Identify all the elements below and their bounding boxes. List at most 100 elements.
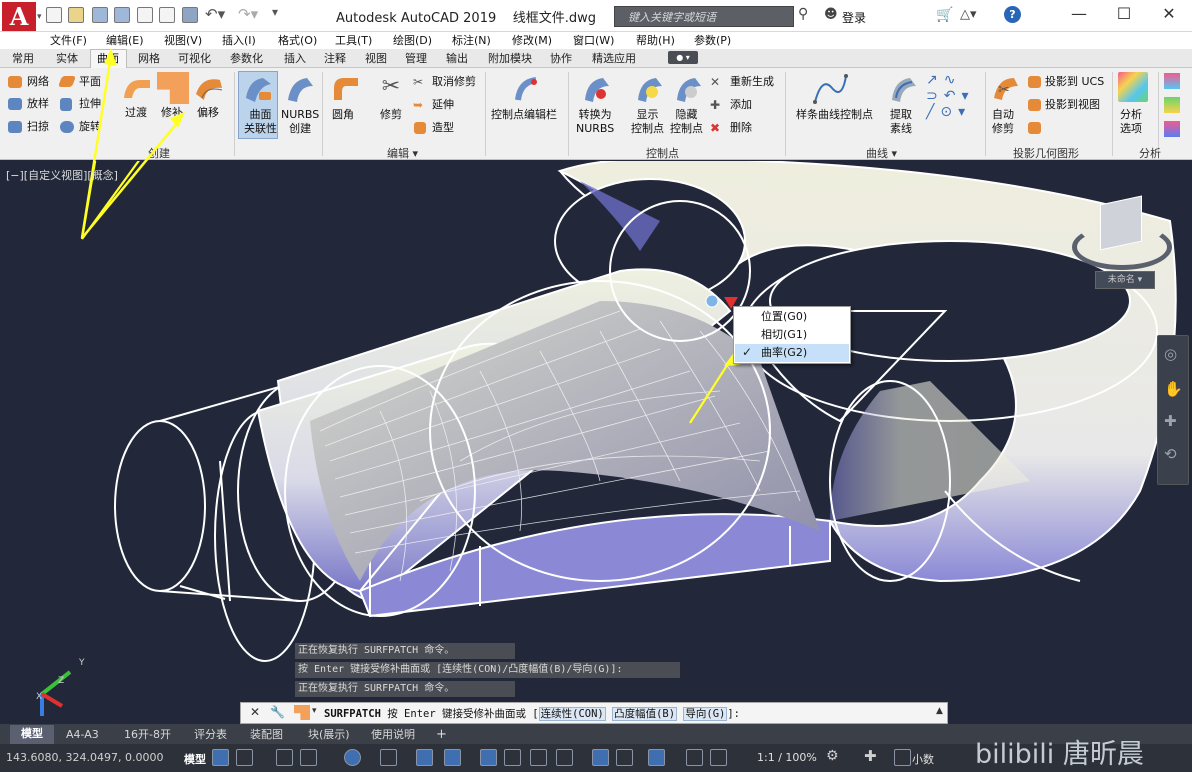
project-to-ucs-button[interactable]: 投影到 UCS (1045, 75, 1104, 89)
settings-gear-icon[interactable]: ⚙ (826, 748, 839, 764)
remove-cv-button[interactable]: 删除 (730, 121, 752, 135)
layout-tab-block-display[interactable]: 块(展示) (308, 726, 350, 743)
object-snap-tracking-icon[interactable] (380, 749, 397, 766)
layout-tab-usage[interactable]: 使用说明 (371, 726, 415, 743)
spline-cv-button[interactable]: 样条曲线控制点 (796, 108, 873, 122)
untrim-button[interactable]: 取消修剪 (432, 75, 476, 89)
svg-text:✂: ✂ (998, 82, 1010, 98)
menu-item-curvature-g2[interactable]: 曲率(G2) (735, 344, 849, 362)
user-icon[interactable]: ☻ (824, 7, 838, 22)
zebra-analysis-icon[interactable] (1164, 73, 1180, 89)
surface-model-drawing[interactable] (0, 161, 1192, 724)
gizmo-icon[interactable] (592, 749, 609, 766)
menu-help[interactable]: 帮助(H) (636, 32, 675, 48)
menu-parametric[interactable]: 参数(P) (694, 32, 731, 48)
3d-osnap-icon[interactable] (444, 749, 461, 766)
layout-tab-score-sheet[interactable]: 评分表 (194, 726, 227, 743)
rebuild-button[interactable]: 重新生成 (730, 75, 774, 89)
draft-analysis-icon[interactable] (1164, 121, 1180, 137)
add-cv-button[interactable]: 添加 (730, 98, 752, 112)
help-button[interactable]: ? (1004, 6, 1021, 23)
project-two-points-icon[interactable] (1028, 122, 1041, 134)
quick-properties-icon[interactable]: ✚ (864, 747, 877, 765)
orbit-icon[interactable]: ⟲ (1164, 445, 1177, 463)
tab-manage[interactable]: 管理 (405, 50, 427, 66)
panel-divider (568, 72, 569, 156)
maximize-button[interactable]: ☐ (1101, 0, 1147, 30)
layout-tab-assembly[interactable]: 装配图 (250, 726, 283, 743)
panel-divider (785, 72, 786, 156)
pan-hand-icon[interactable]: ✋ (1164, 380, 1183, 398)
curvature-analysis-icon[interactable] (1164, 97, 1180, 113)
command-history-toggle-icon[interactable]: ▲ (936, 706, 943, 716)
close-command-line-icon[interactable]: ✕ (250, 705, 260, 719)
command-history-line: 按 Enter 键接受修补曲面或 [连续性(CON)/凸度幅值(B)/导向(G)… (295, 662, 680, 678)
menu-item-position-g0[interactable]: 位置(G0) (735, 308, 849, 326)
project-to-view-button[interactable]: 投影到视图 (1045, 98, 1100, 112)
cv-edit-bar-button[interactable]: 控制点编辑栏 (491, 108, 557, 122)
layout-tab-16k-8k[interactable]: 16开-8开 (124, 726, 171, 743)
menu-window[interactable]: 窗口(W) (573, 32, 614, 48)
annotation-scale-dropdown[interactable]: 1:1 / 100% (757, 751, 817, 764)
panel-curves-label[interactable]: 曲线 ▾ (866, 145, 897, 161)
tab-collaborate[interactable]: 协作 (550, 50, 572, 66)
workspace-icon[interactable] (648, 749, 665, 766)
dynamic-ucs-icon[interactable] (556, 749, 573, 766)
lineweight-icon[interactable] (480, 749, 497, 766)
convert-to-nurbs-icon (581, 74, 611, 104)
analysis-options-button[interactable]: 分析 选项 (1120, 108, 1142, 136)
polar-icon[interactable] (300, 749, 317, 766)
viewcube-icon[interactable] (1100, 195, 1142, 251)
grid-display-icon[interactable] (212, 749, 229, 766)
annotation-scale-icon[interactable] (686, 749, 703, 766)
option-continuity[interactable]: 连续性(CON) (538, 707, 606, 721)
option-guides[interactable]: 导向(G) (683, 707, 728, 721)
recent-commands-chevron-icon[interactable]: ▾ (312, 706, 317, 716)
extract-isolines-button[interactable]: 提取 素线 (890, 108, 912, 136)
ribbon-options-icon[interactable]: ● ▾ (668, 51, 698, 64)
steering-wheel-icon[interactable]: ◎ (1164, 345, 1177, 363)
minimize-button[interactable]: — (1056, 0, 1102, 30)
extend-button[interactable]: 延伸 (432, 98, 454, 112)
zoom-icon[interactable]: ✚ (1164, 412, 1177, 430)
add-cv-icon: ✚ (710, 98, 721, 112)
viewport-controls-label[interactable]: [−][自定义视图][概念] (6, 167, 118, 183)
snap-mode-icon[interactable] (236, 749, 253, 766)
menu-dimension[interactable]: 标注(N) (452, 32, 491, 48)
ortho-icon[interactable] (276, 749, 293, 766)
tab-output[interactable]: 输出 (446, 50, 468, 66)
add-layout-button[interactable]: + (436, 726, 447, 743)
menu-modify[interactable]: 修改(M) (512, 32, 552, 48)
cart-icon[interactable]: 🛒 (936, 7, 953, 23)
bilibili-watermark: bilibili 唐昕晨 (975, 739, 1144, 770)
binoculars-icon[interactable]: ⚲ (798, 6, 808, 22)
option-bulge[interactable]: 凸度幅值(B) (612, 707, 678, 721)
login-button[interactable]: 登录 (842, 9, 866, 26)
layout-tab-model[interactable]: 模型 (10, 725, 54, 744)
command-prompt[interactable]: SURFPATCH 按 Enter 键接受修补曲面或 [连续性(CON) 凸度幅… (324, 706, 740, 721)
a360-icon[interactable]: △▾ (960, 7, 977, 22)
units-dropdown[interactable]: 小数 (912, 751, 934, 767)
annotation-visibility-icon[interactable] (616, 749, 633, 766)
tab-featured-apps[interactable]: 精选应用 (592, 50, 636, 66)
convert-to-nurbs-button[interactable]: 转换为 NURBS (576, 108, 614, 136)
layout-tab-a4-a3[interactable]: A4-A3 (66, 726, 99, 743)
auto-trim-button[interactable]: 自动 修剪 (992, 108, 1014, 136)
menu-item-tangent-g1[interactable]: 相切(G1) (735, 326, 849, 344)
ucs-dropdown[interactable]: 未命名 ▾ (1095, 271, 1155, 289)
isometric-icon[interactable] (344, 749, 361, 766)
cursor-coordinates[interactable]: 143.6080, 324.0497, 0.0000 (6, 751, 163, 764)
hide-cv-button[interactable]: 隐藏 控制点 (670, 108, 703, 136)
annotation-autoscale-icon[interactable] (710, 749, 727, 766)
osnap-icon[interactable] (416, 749, 433, 766)
curve-tools-icons[interactable]: ↗∿ ⊃↶▾ ╱⊙▾ (926, 72, 975, 120)
sculpt-button[interactable]: 造型 (432, 121, 454, 135)
tab-addins[interactable]: 附加模块 (488, 50, 532, 66)
selection-cycling-icon[interactable] (530, 749, 547, 766)
show-cv-button[interactable]: 显示 控制点 (631, 108, 664, 136)
search-placeholder: 键入关键字或短语 (628, 11, 716, 24)
transparency-icon[interactable] (504, 749, 521, 766)
customize-wrench-icon[interactable]: 🔧 (270, 705, 285, 719)
model-space-button[interactable]: 模型 (184, 751, 206, 767)
close-button[interactable]: ✕ (1146, 0, 1192, 30)
